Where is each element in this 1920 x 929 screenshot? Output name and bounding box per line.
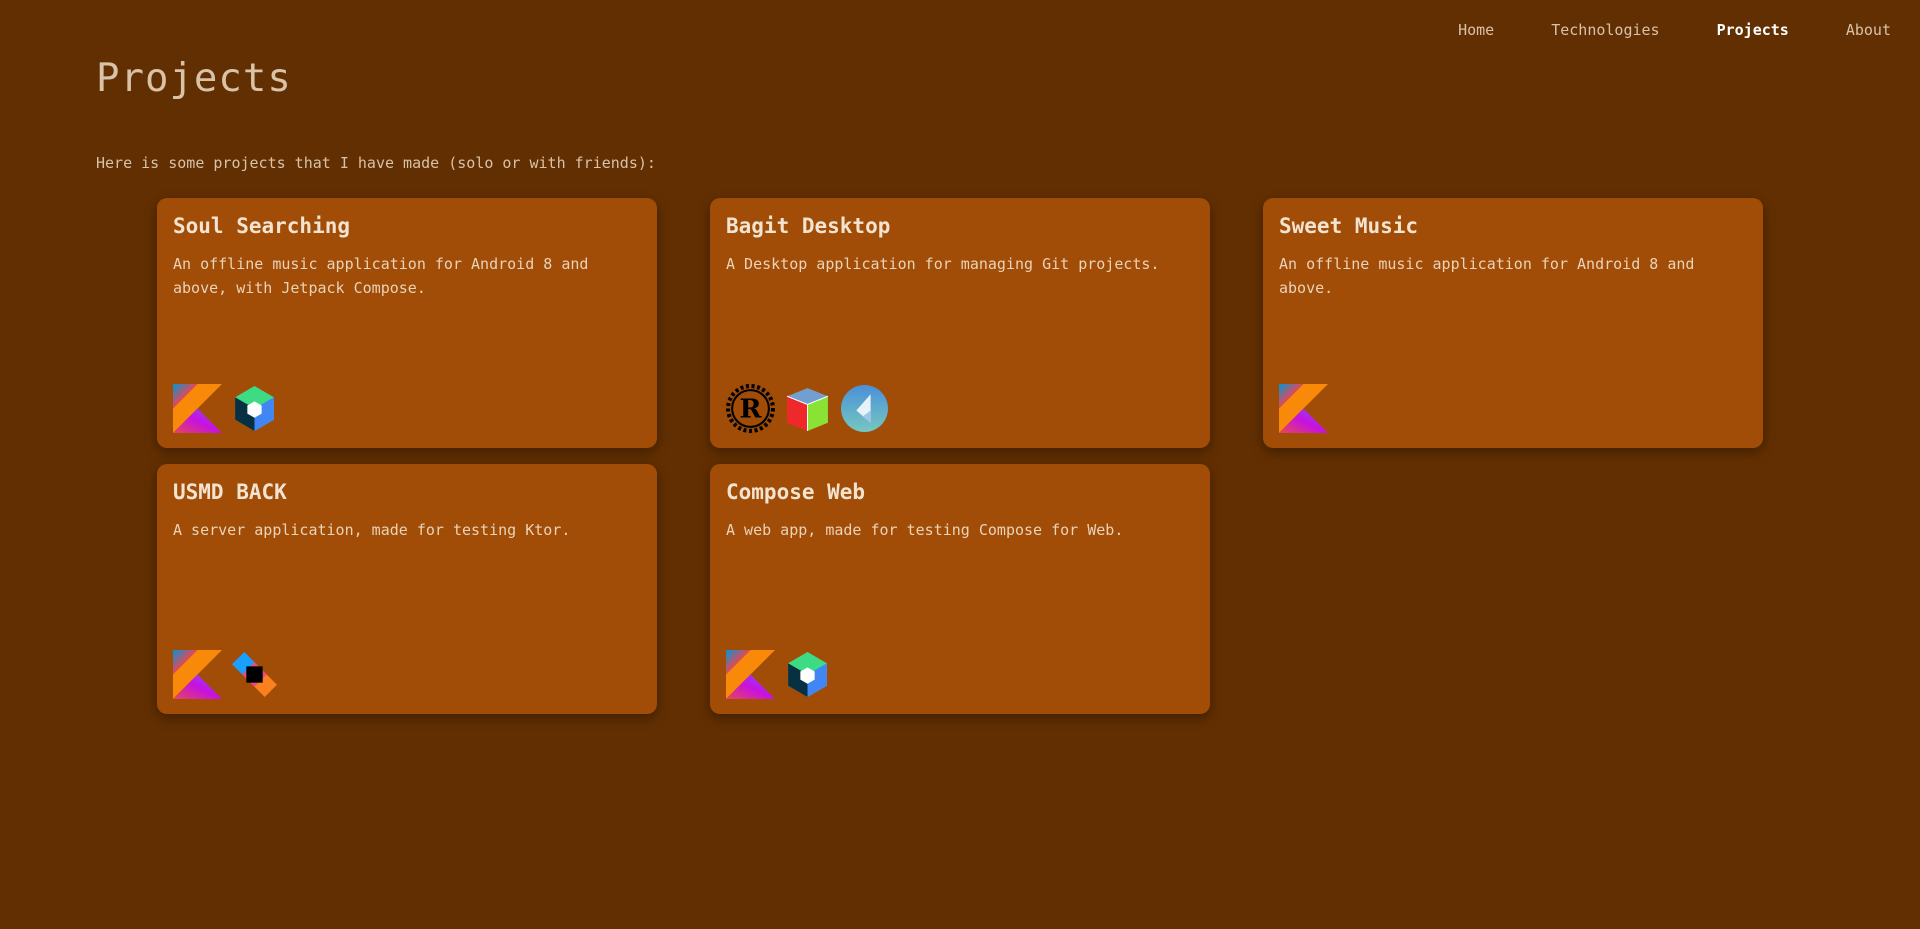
ktor-icon	[230, 650, 279, 699]
project-title: Compose Web	[726, 480, 866, 504]
project-card-compose-web[interactable]: Compose Web A web app, made for testing …	[710, 464, 1210, 714]
project-card-usmd-back[interactable]: USMD BACK A server application, made for…	[157, 464, 657, 714]
project-card-bagit-desktop[interactable]: Bagit Desktop A Desktop application for …	[710, 198, 1210, 448]
project-tech-icons	[726, 650, 832, 699]
project-description: A server application, made for testing K…	[173, 521, 571, 539]
project-description: An offline music application for Android…	[1279, 255, 1695, 297]
svg-text:R: R	[739, 394, 762, 425]
project-title: USMD BACK	[173, 480, 287, 504]
jetpack-compose-icon	[783, 650, 832, 699]
project-title: Soul Searching	[173, 214, 351, 238]
project-tech-icons: R	[726, 384, 889, 433]
project-card-sweet-music[interactable]: Sweet Music An offline music application…	[1263, 198, 1763, 448]
project-tech-icons	[173, 384, 279, 433]
project-description: A web app, made for testing Compose for …	[726, 521, 1124, 539]
project-description: A Desktop application for managing Git p…	[726, 255, 1160, 273]
project-title: Bagit Desktop	[726, 214, 891, 238]
rust-icon: R	[726, 384, 775, 433]
gtk-icon	[783, 384, 832, 433]
kotlin-icon	[173, 650, 222, 699]
project-title: Sweet Music	[1279, 214, 1419, 238]
nav-about-link[interactable]: About	[1846, 21, 1891, 39]
kotlin-icon	[726, 650, 775, 699]
nav-home-link[interactable]: Home	[1458, 21, 1494, 39]
project-tech-icons	[1279, 384, 1328, 433]
project-tech-icons	[173, 650, 279, 699]
flutter-like-icon	[840, 384, 889, 433]
jetpack-compose-icon	[230, 384, 279, 433]
projects-grid: Soul Searching An offline music applicat…	[157, 198, 1763, 714]
kotlin-icon	[1279, 384, 1328, 433]
project-card-soul-searching[interactable]: Soul Searching An offline music applicat…	[157, 198, 657, 448]
nav-projects-link[interactable]: Projects	[1717, 21, 1789, 39]
top-nav: Home Technologies Projects About	[1458, 21, 1891, 39]
project-description: An offline music application for Android…	[173, 255, 589, 297]
nav-technologies-link[interactable]: Technologies	[1551, 21, 1659, 39]
page-intro: Here is some projects that I have made (…	[96, 154, 656, 172]
page-title: Projects	[96, 56, 292, 101]
kotlin-icon	[173, 384, 222, 433]
